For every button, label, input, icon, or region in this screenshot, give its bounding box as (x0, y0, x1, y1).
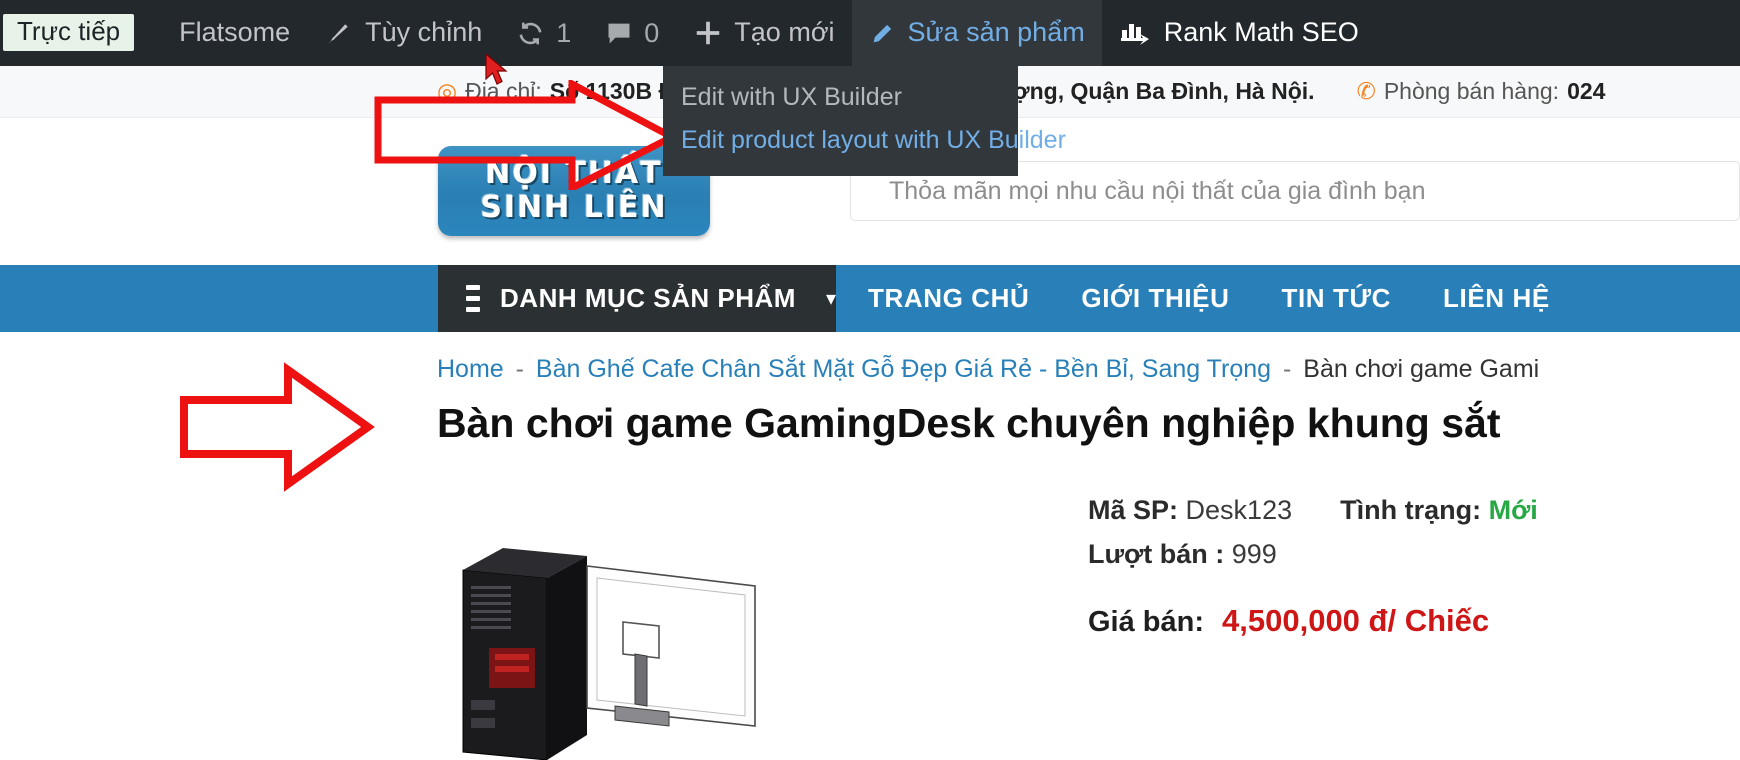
adminbar-item-comments[interactable]: 0 (588, 0, 676, 66)
breadcrumb-category[interactable]: Bàn Ghế Cafe Chân Sắt Mặt Gỗ Đẹp Giá Rẻ … (536, 355, 1271, 383)
sales-value: 024 (1567, 78, 1606, 104)
breadcrumb: Home - Bàn Ghế Cafe Chân Sắt Mặt Gỗ Đẹp … (437, 355, 1539, 384)
dropdown-item-edit-with-ux-builder[interactable]: Edit with UX Builder (663, 76, 1018, 119)
adminbar-item-flatsome[interactable]: Flatsome (151, 0, 307, 66)
adminbar-rank-math-label: Rank Math SEO (1163, 16, 1359, 47)
adminbar-edit-product-dropdown: Edit with UX Builder Edit product layout… (663, 66, 1066, 176)
brush-icon (324, 18, 354, 48)
price-label: Giá bán: (1088, 606, 1205, 638)
sku-label: Mã SP: (1088, 495, 1179, 525)
dropdown-item-edit-product-layout[interactable]: Edit product layout with UX Builder (663, 119, 1066, 162)
product-meta-row-sku: Mã SP: Desk123 Tình trạng: Mới (1088, 495, 1538, 526)
logo-line-2: SINH LIÊN (480, 190, 668, 225)
product-title: Bàn chơi game GamingDesk chuyên nghiệp k… (437, 400, 1501, 446)
adminbar-flatsome-label: Flatsome (179, 16, 291, 47)
hamburger-icon (466, 285, 481, 312)
sales-label: Phòng bán hàng: (1383, 78, 1560, 104)
adminbar-item-new[interactable]: Tạo mới (676, 0, 851, 66)
sku-value: Desk123 (1185, 495, 1293, 525)
annotation-arrow-left (180, 362, 375, 492)
search-placeholder: Thỏa mãn mọi nhu cầu nội thất của gia đì… (889, 176, 1426, 205)
updates-icon (516, 19, 545, 48)
category-menu-label: DANH MỤC SẢN PHẨM (500, 283, 796, 313)
breadcrumb-separator-2: - (1283, 355, 1292, 383)
comment-bubble-icon (605, 19, 633, 47)
main-navigation-bar: DANH MỤC SẢN PHẨM ▾ TRANG CHỦ GIỚI THIỆU… (0, 265, 1740, 332)
breadcrumb-home[interactable]: Home (437, 355, 504, 383)
product-meta-row-sold: Lượt bán : 999 (1088, 539, 1538, 570)
sold-value: 999 (1231, 539, 1277, 569)
product-image[interactable] (455, 530, 795, 760)
breadcrumb-separator-1: - (515, 355, 524, 383)
nav-item-trang-chu[interactable]: TRANG CHỦ (868, 283, 1029, 314)
chevron-down-icon: ▾ (825, 288, 836, 310)
adminbar-updates-count: 1 (556, 17, 572, 48)
nav-item-tin-tuc[interactable]: TIN TỨC (1281, 283, 1391, 314)
nav-item-lien-he[interactable]: LIÊN HỆ (1443, 283, 1550, 314)
sold-label: Lượt bán : (1088, 539, 1225, 569)
pencil-icon (869, 19, 897, 47)
location-pin-icon: ◎ (437, 78, 458, 104)
price-value: 4,500,000 đ/ Chiếc (1222, 603, 1490, 638)
live-view-badge[interactable]: Trực tiếp (3, 13, 135, 51)
adminbar-item-rank-math[interactable]: Rank Math SEO (1102, 0, 1376, 66)
adminbar-comments-count: 0 (644, 17, 660, 48)
sales-phone-info: ✆ Phòng bán hàng: 024 (1357, 78, 1606, 105)
status-label: Tình trạng: (1340, 495, 1482, 525)
product-meta: Mã SP: Desk123 Tình trạng: Mới Lượt bán … (1088, 495, 1538, 583)
product-price-row: Giá bán: 4,500,000 đ/ Chiếc (1088, 603, 1489, 639)
status-badge: Mới (1488, 495, 1538, 525)
adminbar-item-edit-product[interactable]: Sửa sản phẩm (851, 0, 1102, 66)
mouse-cursor (485, 52, 508, 85)
adminbar-item-updates[interactable]: 1 (499, 0, 588, 66)
adminbar-new-label: Tạo mới (734, 16, 835, 47)
adminbar-item-customize[interactable]: Tùy chỉnh (307, 0, 499, 66)
adminbar-edit-product-label: Sửa sản phẩm (907, 16, 1085, 47)
category-menu-button[interactable]: DANH MỤC SẢN PHẨM ▾ (438, 265, 836, 332)
rank-math-icon (1119, 20, 1153, 46)
page-root: Trực tiếp Flatsome Tùy chỉnh 1 0 Tạo mới… (0, 0, 1740, 760)
plus-icon (693, 18, 723, 48)
nav-item-gioi-thieu[interactable]: GIỚI THIỆU (1081, 283, 1229, 314)
wordpress-admin-bar: Trực tiếp Flatsome Tùy chỉnh 1 0 Tạo mới… (0, 0, 1740, 66)
adminbar-customize-label: Tùy chỉnh (365, 16, 483, 47)
logo-line-1: NỘI THẤT (485, 156, 663, 191)
phone-icon: ✆ (1356, 78, 1376, 104)
nav-links: TRANG CHỦ GIỚI THIỆU TIN TỨC LIÊN HỆ (868, 265, 1550, 332)
adminbar-item-live-view[interactable]: Trực tiếp (0, 0, 151, 66)
breadcrumb-current: Bàn chơi game Gami (1303, 355, 1540, 383)
